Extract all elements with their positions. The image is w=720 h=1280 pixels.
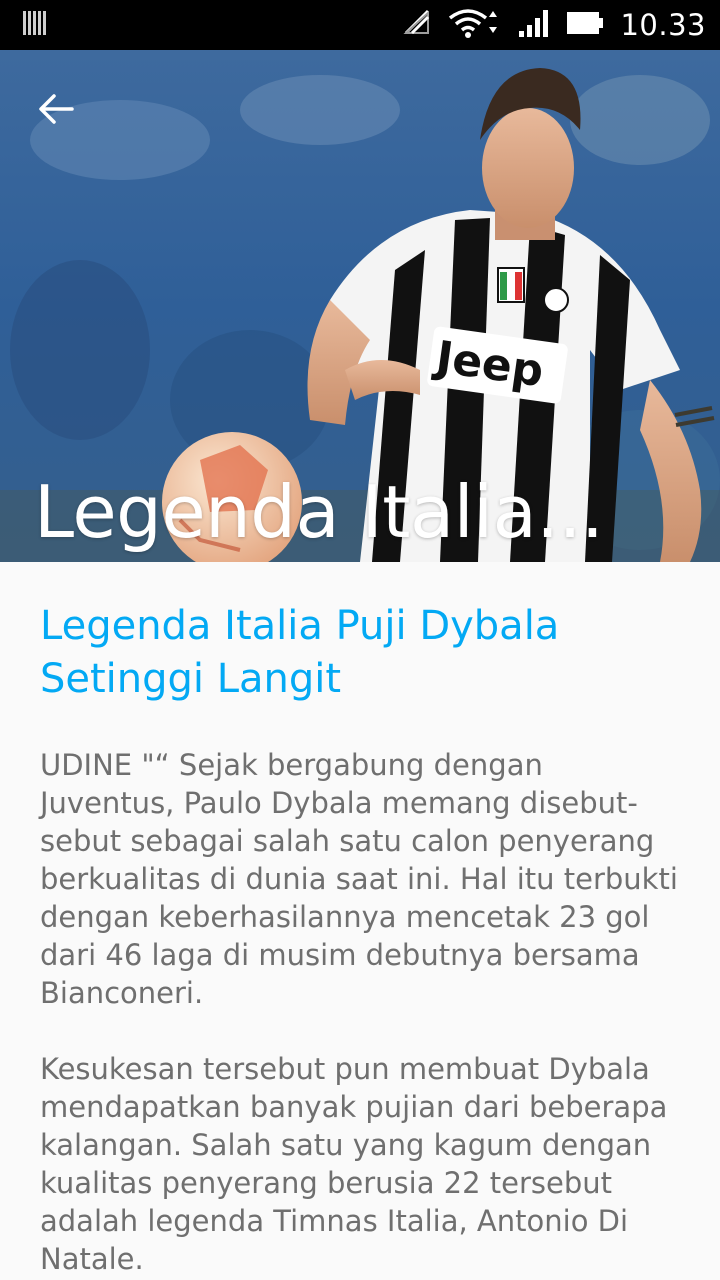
article-body: UDINE "“ Sejak bergabung dengan Juventus… — [40, 746, 680, 1278]
status-bar: 10.33 — [0, 0, 720, 50]
article-paragraph-1: UDINE "“ Sejak bergabung dengan Juventus… — [40, 748, 678, 1010]
battery-icon — [566, 7, 606, 43]
arrow-left-icon — [39, 94, 74, 124]
hero-header: Jeep Legenda Italia... — [0, 50, 720, 562]
article-title: Legenda Italia Puji Dybala Setinggi Lang… — [40, 603, 560, 702]
cell-signal-icon — [518, 7, 552, 43]
status-time: 10.33 — [620, 8, 706, 42]
article-content: Legenda Italia Puji Dybala Setinggi Lang… — [0, 562, 720, 1280]
wifi-icon — [448, 7, 504, 43]
status-right: 10.33 — [402, 7, 706, 43]
no-signal-icon — [402, 7, 434, 43]
back-button[interactable] — [30, 83, 82, 135]
barcode-icon — [22, 8, 48, 42]
article-paragraph-2: Kesukesan tersebut pun membuat Dybala me… — [40, 1052, 668, 1276]
status-left — [22, 8, 48, 42]
collapsed-toolbar-title: Legenda Italia... — [34, 470, 604, 554]
